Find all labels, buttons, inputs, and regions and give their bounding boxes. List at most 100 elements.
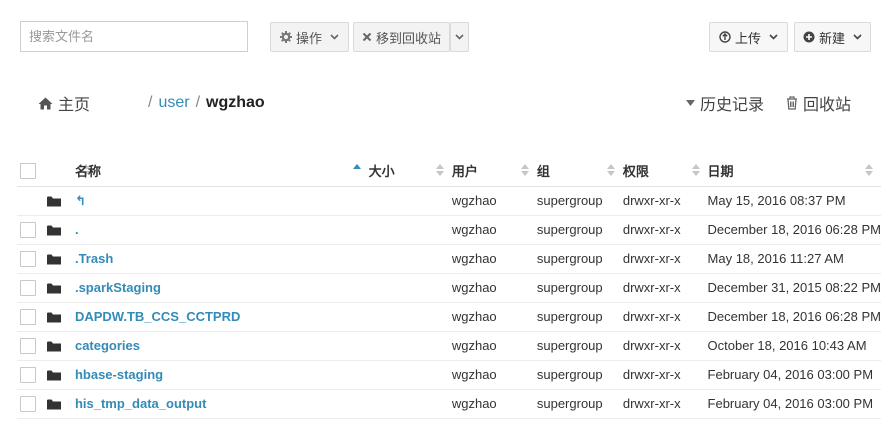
row-name[interactable]: hbase-staging <box>74 360 369 390</box>
folder-icon <box>46 399 61 410</box>
breadcrumb-user-link[interactable]: user <box>158 94 189 112</box>
row-name[interactable]: .Trash <box>74 244 369 274</box>
sort-asc-icon[interactable] <box>352 164 361 176</box>
folder-icon <box>46 312 61 323</box>
table-row[interactable]: categories wgzhao supergroup drwxr-xr-x … <box>17 331 881 361</box>
row-date: February 04, 2016 03:00 PM <box>707 389 881 419</box>
row-group: supergroup <box>536 273 623 303</box>
upload-button[interactable]: 上传 <box>709 22 788 52</box>
header-size[interactable]: 大小 <box>368 156 452 187</box>
row-name[interactable]: categories <box>74 331 369 361</box>
sort-icon[interactable] <box>691 164 700 176</box>
row-group: supergroup <box>536 244 623 274</box>
row-checkbox[interactable] <box>20 250 36 267</box>
caret-down-icon <box>686 100 695 106</box>
folder-icon <box>46 225 61 236</box>
row-size <box>368 186 452 216</box>
row-checkbox-cell <box>17 302 43 332</box>
file-name-link[interactable]: .sparkStaging <box>75 280 161 295</box>
header-name-label: 名称 <box>74 164 101 180</box>
row-name[interactable]: DAPDW.TB_CCS_CCTPRD <box>74 302 369 332</box>
folder-icon <box>46 254 61 265</box>
table-row[interactable]: . wgzhao supergroup drwxr-xr-x December … <box>17 215 881 245</box>
row-user: wgzhao <box>451 244 537 274</box>
header-group[interactable]: 组 <box>536 156 623 187</box>
history-label: 历史记录 <box>700 97 765 114</box>
row-checkbox-cell <box>17 389 43 419</box>
header-name[interactable]: 名称 <box>74 156 369 187</box>
row-checkbox[interactable] <box>20 308 36 325</box>
file-name-link[interactable]: DAPDW.TB_CCS_CCTPRD <box>75 309 240 324</box>
row-checkbox[interactable] <box>20 395 36 412</box>
row-user: wgzhao <box>451 215 537 245</box>
row-checkbox[interactable] <box>20 221 36 238</box>
trash-options-dropdown[interactable] <box>450 22 469 52</box>
table-row[interactable]: ↰ wgzhao supergroup drwxr-xr-x May 15, 2… <box>17 186 881 216</box>
trash-icon <box>786 96 798 110</box>
breadcrumb-home[interactable]: 主页 <box>38 91 90 115</box>
file-name-link[interactable]: categories <box>75 338 140 353</box>
row-date: October 18, 2016 10:43 AM <box>707 331 881 361</box>
table-row[interactable]: .sparkStaging wgzhao supergroup drwxr-xr… <box>17 273 881 303</box>
sort-icon[interactable] <box>865 164 873 176</box>
row-permissions: drwxr-xr-x <box>622 186 708 216</box>
table-row[interactable]: .Trash wgzhao supergroup drwxr-xr-x May … <box>17 244 881 274</box>
row-checkbox-cell <box>17 186 43 216</box>
chevron-down-icon <box>330 34 339 40</box>
select-all-checkbox[interactable] <box>20 163 36 180</box>
row-icon-cell <box>42 244 75 274</box>
row-date: December 31, 2015 08:22 PM <box>707 273 881 303</box>
table-row[interactable]: hbase-staging wgzhao supergroup drwxr-xr… <box>17 360 881 390</box>
row-user: wgzhao <box>451 331 537 361</box>
row-name[interactable]: .sparkStaging <box>74 273 369 303</box>
header-permissions[interactable]: 权限 <box>622 156 708 187</box>
row-size <box>368 389 452 419</box>
row-user: wgzhao <box>451 389 537 419</box>
row-group: supergroup <box>536 360 623 390</box>
sort-icon[interactable] <box>520 164 529 176</box>
upload-label: 上传 <box>734 30 761 46</box>
new-button[interactable]: 新建 <box>794 22 871 52</box>
file-name-link[interactable]: his_tmp_data_output <box>75 396 206 411</box>
trash-link[interactable]: 回收站 <box>786 92 851 114</box>
row-permissions: drwxr-xr-x <box>622 215 708 245</box>
header-sort-cell <box>42 156 90 187</box>
row-icon-cell <box>42 215 75 245</box>
move-to-trash-button[interactable]: 移到回收站 <box>353 22 450 52</box>
header-date[interactable]: 日期 <box>707 156 881 187</box>
file-name-link[interactable]: .Trash <box>75 251 113 266</box>
history-link[interactable]: 历史记录 <box>686 92 764 114</box>
table-row[interactable]: his_tmp_data_output wgzhao supergroup dr… <box>17 389 881 419</box>
upload-circle-icon <box>719 31 731 43</box>
row-name[interactable]: ↰ <box>74 186 369 216</box>
row-checkbox[interactable] <box>20 366 36 383</box>
row-permissions: drwxr-xr-x <box>622 331 708 361</box>
file-name-link[interactable]: hbase-staging <box>75 367 163 382</box>
close-icon <box>362 32 372 42</box>
row-permissions: drwxr-xr-x <box>622 244 708 274</box>
breadcrumb-path: / user / wgzhao <box>142 92 265 114</box>
row-size <box>368 331 452 361</box>
row-date: December 18, 2016 06:28 PM <box>707 215 881 245</box>
row-name[interactable]: his_tmp_data_output <box>74 389 369 419</box>
table-row[interactable]: DAPDW.TB_CCS_CCTPRD wgzhao supergroup dr… <box>17 302 881 332</box>
sort-icon[interactable] <box>435 164 444 176</box>
folder-icon <box>46 370 61 381</box>
row-user: wgzhao <box>451 302 537 332</box>
row-group: supergroup <box>536 186 623 216</box>
row-checkbox[interactable] <box>20 279 36 296</box>
header-size-label: 大小 <box>368 164 395 180</box>
trash-label: 回收站 <box>803 97 852 114</box>
row-checkbox[interactable] <box>20 337 36 354</box>
chevron-down-icon <box>455 34 464 40</box>
row-name[interactable]: . <box>74 215 369 245</box>
row-icon-cell <box>42 302 75 332</box>
parent-dir-link[interactable]: ↰ <box>75 193 86 208</box>
actions-dropdown-button[interactable]: 操作 <box>270 22 349 52</box>
home-label: 主页 <box>58 97 91 114</box>
plus-circle-icon <box>803 31 815 43</box>
file-name-link[interactable]: . <box>75 222 79 237</box>
search-input[interactable] <box>20 21 248 52</box>
sort-icon[interactable] <box>606 164 615 176</box>
header-user[interactable]: 用户 <box>451 156 537 187</box>
